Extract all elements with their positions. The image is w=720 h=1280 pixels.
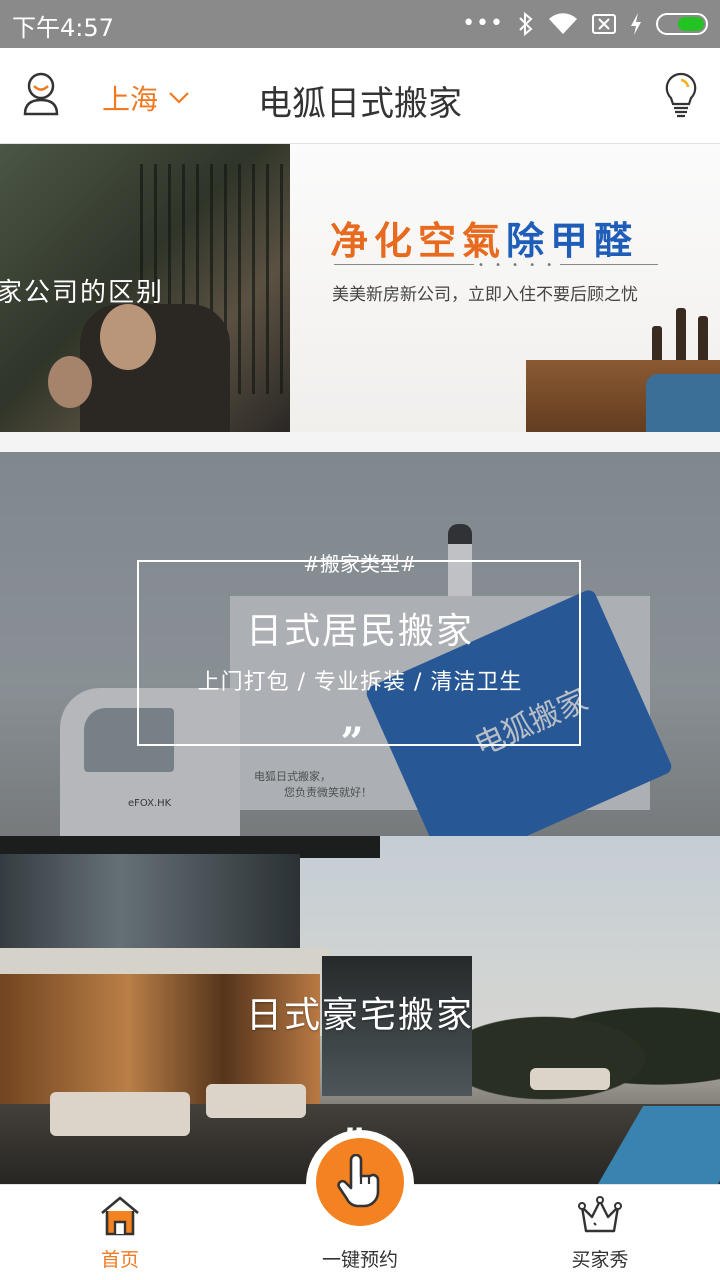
headline-orange-part: 净化空氣 <box>330 218 507 263</box>
app-header: 上海 电狐日式搬家 <box>0 48 720 144</box>
charging-icon <box>631 13 641 35</box>
chair-graphic <box>646 374 720 432</box>
banner-left-caption: 家公司的区别 <box>0 278 165 308</box>
card-tag: #搬家类型# <box>0 548 720 577</box>
bottle-graphic <box>652 326 662 360</box>
card-residential-moving[interactable]: 电狐搬家 eFOX.HK 电狐日式搬家， 您负责微笑就好！ #搬家类型# 日式居… <box>0 452 720 836</box>
tab-show-label: 买家秀 <box>571 1249 629 1271</box>
bottle-graphic <box>698 316 708 360</box>
app-screen: 下午4:57 ••• 上海 电狐日式搬家 家公司的区别 净化空氣除甲醛 • • … <box>0 0 720 1280</box>
status-bar: 下午4:57 ••• <box>0 0 720 48</box>
person-head <box>100 304 156 370</box>
card-subtitle: 上门打包 / 专业拆装 / 清洁卫生 <box>197 670 523 695</box>
wifi-icon <box>549 13 577 35</box>
battery-level <box>678 17 704 31</box>
tab-buyer-show[interactable]: 买家秀 <box>500 1185 700 1280</box>
card-title: 日式豪宅搬家 <box>245 995 474 1036</box>
quote-mark: ” <box>340 719 364 766</box>
tab-home-label: 首页 <box>100 1249 139 1271</box>
tab-booking-label: 一键预约 <box>321 1249 398 1271</box>
banner-subtitle: 美美新房新公司，立即入住不要后顾之忧 <box>332 285 638 305</box>
banner-slide-moving-company[interactable]: 家公司的区别 <box>0 144 290 432</box>
battery-icon <box>656 13 708 35</box>
bottle-graphic <box>676 308 686 360</box>
banner-dots: • • • • • <box>474 260 561 271</box>
headline-blue-part: 除甲醛 <box>506 218 639 263</box>
status-icons: ••• <box>462 10 708 38</box>
page-title: 电狐日式搬家 <box>258 84 462 124</box>
promo-banner-carousel[interactable]: 家公司的区别 净化空氣除甲醛 • • • • • 美美新房新公司，立即入住不要后… <box>0 144 720 432</box>
tap-hand-icon <box>337 1154 380 1208</box>
lightbulb-icon[interactable] <box>664 72 698 118</box>
banner-headline: 净化空氣除甲醛 <box>330 210 638 265</box>
bluetooth-icon <box>519 11 533 37</box>
banner-slide-air-purify[interactable]: 净化空氣除甲醛 • • • • • 美美新房新公司，立即入住不要后顾之忧 <box>290 144 720 432</box>
card-title: 日式居民搬家 <box>245 611 474 652</box>
crown-icon <box>578 1196 622 1233</box>
status-time: 下午4:57 <box>12 14 114 42</box>
home-icon <box>101 1196 139 1236</box>
more-dots-icon: ••• <box>462 11 504 36</box>
tab-home[interactable]: 首页 <box>20 1185 220 1280</box>
no-sim-icon <box>592 14 616 34</box>
person-head-second <box>48 356 92 408</box>
card-tag-text: #搬家类型# <box>303 552 417 576</box>
booking-fab-button[interactable] <box>316 1138 404 1226</box>
